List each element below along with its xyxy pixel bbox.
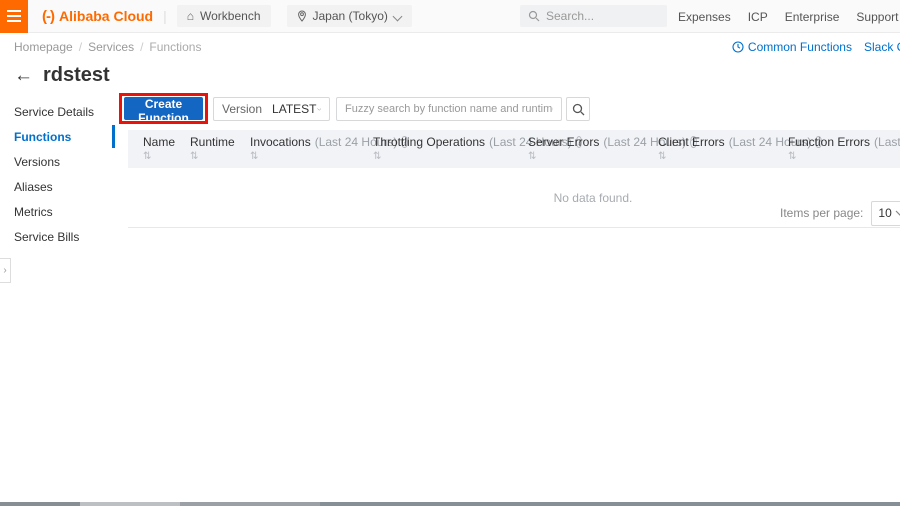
- breadcrumb-separator: /: [140, 40, 143, 54]
- fuzzy-search-button[interactable]: [566, 97, 590, 121]
- column-title: Runtime: [190, 135, 235, 149]
- version-select-label: Version: [222, 102, 262, 116]
- common-functions-link[interactable]: Common Functions: [732, 40, 852, 54]
- sidebar-item-aliases[interactable]: Aliases: [0, 174, 115, 199]
- sidebar-item-service-bills[interactable]: Service Bills: [0, 224, 115, 249]
- sort-icon[interactable]: ⇅: [143, 151, 190, 162]
- sidebar-item-versions[interactable]: Versions: [0, 149, 115, 174]
- sort-icon[interactable]: ⇅: [250, 151, 373, 162]
- back-arrow-icon[interactable]: ←: [14, 66, 33, 85]
- top-header: (-) Alibaba Cloud | ⌂ Workbench Japan (T…: [0, 0, 900, 33]
- column-header-server-errors: Server Errors (Last 24 Hours) ? ⇅: [528, 130, 658, 168]
- create-function-button[interactable]: Create Function: [124, 97, 203, 120]
- breadcrumb-homepage[interactable]: Homepage: [14, 40, 73, 54]
- column-title: Name: [143, 135, 175, 149]
- pagination-bar: Items per page: 10 Ta: [780, 200, 900, 226]
- column-title: Function Errors: [788, 135, 870, 149]
- alibaba-cloud-logo-text: Alibaba Cloud: [59, 8, 153, 24]
- hamburger-menu-icon[interactable]: [0, 0, 28, 33]
- chevron-down-icon: [895, 210, 900, 216]
- breadcrumb-separator: /: [79, 40, 82, 54]
- header-divider: |: [163, 8, 167, 24]
- breadcrumb-row: Homepage / Services / Functions Common F…: [0, 34, 900, 60]
- sort-icon[interactable]: ⇅: [658, 151, 788, 162]
- column-title: Throttling Operations: [373, 135, 485, 149]
- nav-enterprise[interactable]: Enterprise: [785, 10, 840, 24]
- nav-icp[interactable]: ICP: [748, 10, 768, 24]
- sidebar-item-metrics[interactable]: Metrics: [0, 199, 115, 224]
- search-icon: [572, 103, 585, 116]
- location-pin-icon: [297, 10, 307, 22]
- clock-icon: [732, 41, 744, 53]
- breadcrumb-services[interactable]: Services: [88, 40, 134, 54]
- alibaba-cloud-logo-icon: (-): [42, 8, 54, 25]
- chevron-down-icon: [317, 106, 322, 113]
- home-icon: ⌂: [187, 9, 194, 23]
- column-period: (Last 24 Hours): [874, 135, 900, 149]
- common-functions-label: Common Functions: [748, 40, 852, 54]
- column-header-function-errors: Function Errors (Last 24 Hours) ? ⇅: [788, 130, 900, 168]
- quick-links: Common Functions Slack Ch: [732, 34, 900, 60]
- fuzzy-search-input[interactable]: [336, 97, 562, 121]
- sort-icon[interactable]: ⇅: [190, 151, 250, 162]
- sort-icon[interactable]: ⇅: [788, 151, 900, 162]
- service-sidebar: Service Details Functions Versions Alias…: [0, 99, 115, 249]
- region-value: Japan (Tokyo): [313, 9, 388, 23]
- region-selector[interactable]: Japan (Tokyo): [287, 5, 412, 27]
- sort-icon[interactable]: ⇅: [373, 151, 528, 162]
- alibaba-cloud-logo[interactable]: (-) Alibaba Cloud: [42, 8, 153, 25]
- workbench-button[interactable]: ⌂ Workbench: [177, 5, 271, 27]
- column-header-name: Name ⇅: [128, 130, 190, 168]
- nav-expenses[interactable]: Expenses: [678, 10, 731, 24]
- breadcrumb: Homepage / Services / Functions: [14, 40, 201, 54]
- table-header-row: Name ⇅ Runtime ⇅ Invocations (Last 24 Ho…: [128, 130, 900, 168]
- page-size-select[interactable]: 10: [871, 201, 900, 226]
- column-header-invocations: Invocations (Last 24 Hours) ? ⇅: [250, 130, 373, 168]
- version-select-value: LATEST: [272, 102, 316, 116]
- column-header-throttling-operations: Throttling Operations (Last 24 Hours) ? …: [373, 130, 528, 168]
- column-title: Invocations: [250, 135, 311, 149]
- chevron-down-icon: [394, 12, 402, 20]
- page-size-value: 10: [878, 206, 891, 220]
- bottom-edge-strip: [0, 502, 900, 506]
- sidebar-collapse-toggle[interactable]: ›: [0, 258, 11, 283]
- page-title: rdstest: [43, 64, 110, 87]
- items-per-page-label: Items per page:: [780, 206, 863, 220]
- global-search-box[interactable]: Search...: [520, 5, 667, 27]
- nav-support[interactable]: Support: [856, 10, 898, 24]
- sort-icon[interactable]: ⇅: [528, 151, 658, 162]
- search-icon: [528, 10, 540, 22]
- column-title: Client Errors: [658, 135, 725, 149]
- column-header-runtime: Runtime ⇅: [190, 130, 250, 168]
- breadcrumb-functions: Functions: [149, 40, 201, 54]
- sidebar-item-functions[interactable]: Functions: [0, 124, 115, 149]
- workbench-label: Workbench: [200, 9, 260, 23]
- header-nav: Expenses ICP Enterprise Support Tickets: [678, 0, 900, 33]
- sidebar-item-service-details[interactable]: Service Details: [0, 99, 115, 124]
- column-title: Server Errors: [528, 135, 599, 149]
- slack-channel-link[interactable]: Slack Ch: [864, 40, 900, 54]
- column-header-client-errors: Client Errors (Last 24 Hours) ? ⇅: [658, 130, 788, 168]
- global-search-placeholder: Search...: [546, 9, 594, 23]
- version-select[interactable]: Version LATEST: [213, 97, 330, 121]
- page-title-row: ← rdstest: [14, 64, 110, 87]
